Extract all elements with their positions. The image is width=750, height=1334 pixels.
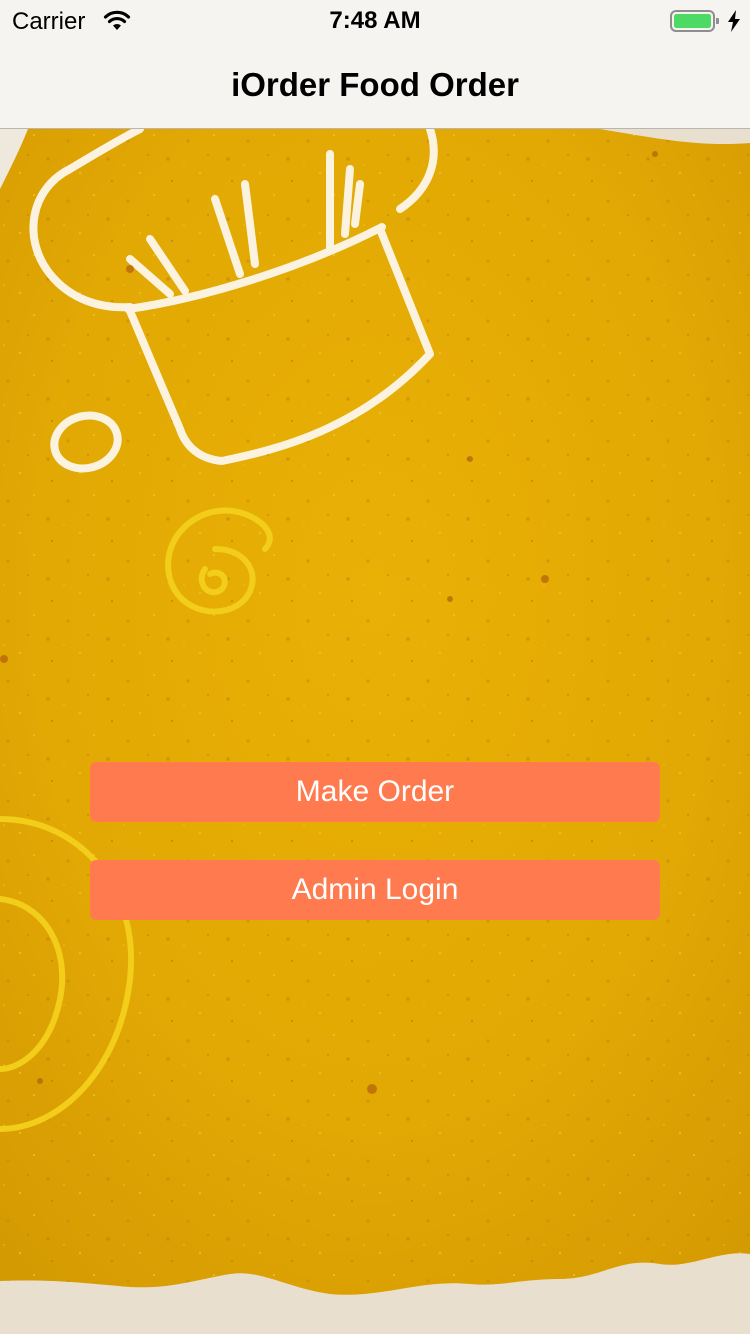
battery-icon: [670, 10, 719, 32]
admin-login-button[interactable]: Admin Login: [90, 860, 660, 920]
background-illustration: [0, 129, 750, 1334]
charging-bolt-icon: [728, 10, 740, 32]
status-time: 7:48 AM: [329, 7, 421, 34]
navigation-bar: iOrder Food Order: [0, 40, 750, 129]
page-title: iOrder Food Order: [231, 66, 519, 103]
status-bar: Carrier 7:48 AM: [0, 0, 750, 40]
make-order-button[interactable]: Make Order: [90, 762, 660, 822]
